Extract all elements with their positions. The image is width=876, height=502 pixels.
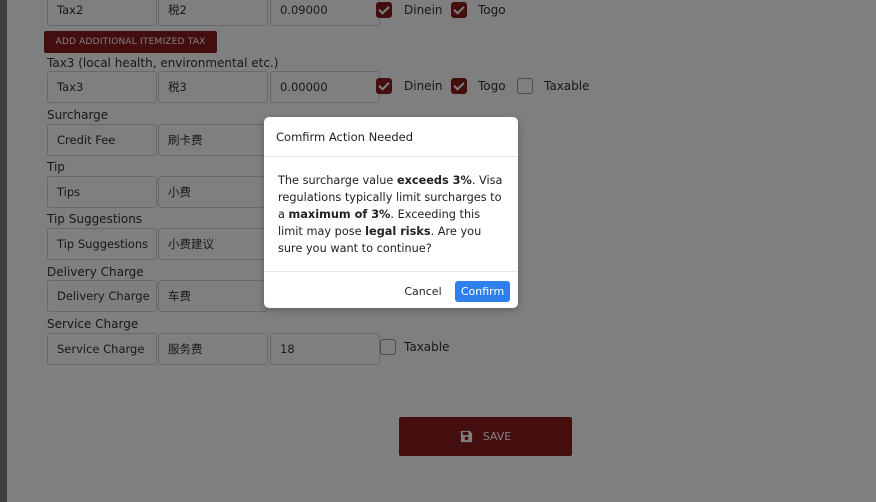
cancel-button[interactable]: Cancel (399, 281, 447, 302)
dialog-footer: Cancel Confirm (264, 271, 518, 308)
confirm-dialog: Comfirm Action Needed The surcharge valu… (264, 117, 518, 308)
message-text: The surcharge value (278, 174, 397, 187)
message-emphasis: exceeds 3% (396, 174, 472, 187)
confirm-button[interactable]: Confirm (455, 281, 510, 302)
dialog-message: The surcharge value exceeds 3%. Visa reg… (278, 172, 506, 257)
message-emphasis: legal risks (365, 225, 431, 238)
dialog-title: Comfirm Action Needed (264, 117, 518, 157)
message-emphasis: maximum of 3% (288, 208, 391, 221)
